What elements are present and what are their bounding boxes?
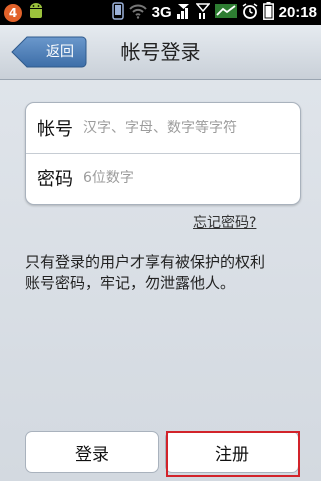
- login-button[interactable]: 登录: [25, 431, 159, 473]
- login-form: 帐号 密码: [25, 102, 301, 205]
- data-activity-icon: [214, 3, 237, 23]
- notice-line-1: 只有登录的用户才享有被保护的权利: [25, 253, 266, 271]
- back-button[interactable]: 返回: [11, 36, 87, 68]
- no-sim-icon: [194, 2, 211, 23]
- status-bar: 4 3G 20:18: [0, 0, 321, 25]
- notification-badge[interactable]: 4: [4, 3, 22, 22]
- alarm-icon: [242, 2, 258, 23]
- phone-icon: [111, 1, 124, 24]
- password-label: 密码: [37, 169, 73, 190]
- wifi-icon: [128, 3, 147, 23]
- password-input[interactable]: [83, 170, 300, 186]
- notice-text: 只有登录的用户才享有被保护的权利 账号密码，牢记，勿泄露他人。: [25, 252, 317, 294]
- notice-line-2: 账号密码，牢记，勿泄露他人。: [25, 274, 236, 292]
- account-input[interactable]: [83, 120, 300, 136]
- back-button-label: 返回: [46, 44, 74, 60]
- signal-icon: [176, 3, 191, 23]
- account-row: 帐号: [26, 103, 300, 154]
- battery-icon: [262, 1, 274, 24]
- clock-time: 20:18: [278, 4, 317, 21]
- android-icon: [28, 2, 44, 24]
- forgot-password-link[interactable]: 忘记密码?: [193, 212, 256, 232]
- network-type: 3G: [151, 4, 172, 21]
- password-row: 密码: [26, 153, 300, 203]
- account-label: 帐号: [37, 119, 73, 140]
- main-content: 帐号 密码 忘记密码? 只有登录的用户才享有被保护的权利 账号密码，牢记，勿泄露…: [0, 80, 321, 481]
- register-button[interactable]: 注册: [165, 431, 299, 473]
- title-bar: 返回: [0, 25, 321, 80]
